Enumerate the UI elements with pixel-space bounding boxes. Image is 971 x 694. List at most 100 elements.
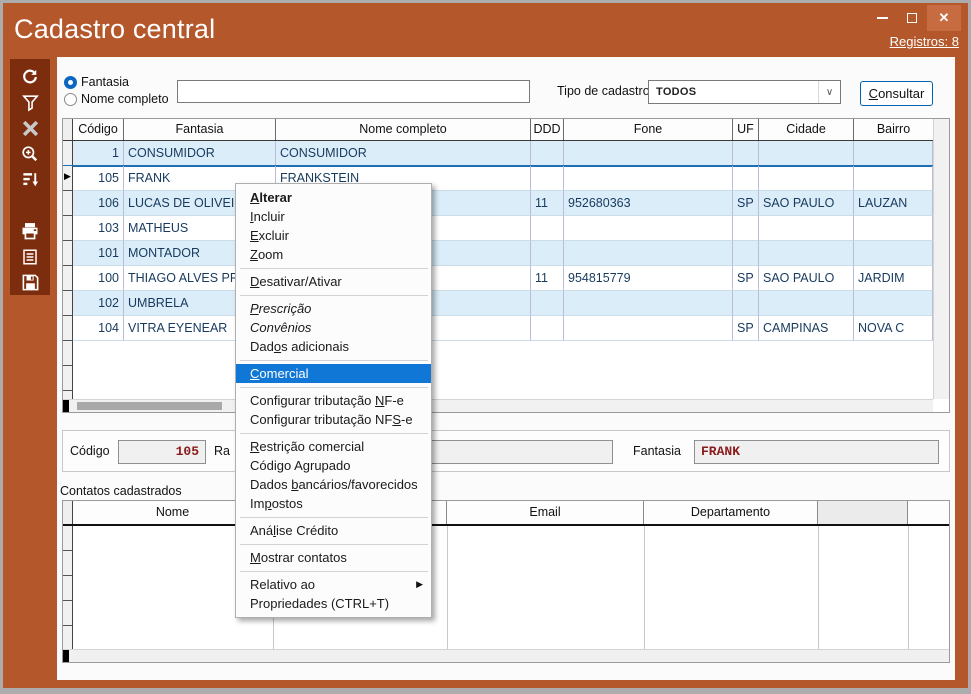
menu-item-excluir[interactable]: Excluir xyxy=(236,226,431,245)
cell-ddd xyxy=(531,241,564,266)
close-button[interactable]: ✕ xyxy=(927,5,961,31)
current-row-arrow-icon: ▶ xyxy=(64,172,71,181)
scrollbar-edge-mark xyxy=(63,400,69,412)
cell-codigo: 104 xyxy=(73,316,124,341)
menu-item-configurar-tributacao-nfs-e[interactable]: Configurar tributação NFS-e xyxy=(236,410,431,429)
maximize-button[interactable] xyxy=(897,5,927,31)
menu-item-configurar-tributacao-nf-e[interactable]: Configurar tributação NF-e xyxy=(236,391,431,410)
menu-item-incluir[interactable]: Incluir xyxy=(236,207,431,226)
header-codigo[interactable]: Código xyxy=(73,119,124,140)
save-button[interactable] xyxy=(16,269,44,295)
menu-item-impostos[interactable]: Impostos xyxy=(236,494,431,513)
table-row[interactable]: 103 MATHEUS xyxy=(63,216,933,241)
scrollbar-thumb[interactable] xyxy=(77,402,222,410)
registros-link[interactable]: Registros: 8 xyxy=(890,34,959,49)
menu-item-mostrar-contatos[interactable]: Mostrar contatos xyxy=(236,548,431,567)
cell-cidade xyxy=(759,166,854,191)
cell-bairro: JARDIM xyxy=(854,266,933,291)
fantasia-label: Fantasia xyxy=(633,444,681,458)
radio-fantasia[interactable] xyxy=(64,76,77,89)
cell-fone: 954815779 xyxy=(564,266,733,291)
header-fantasia[interactable]: Fantasia xyxy=(124,119,276,140)
row-indicator xyxy=(63,141,73,166)
menu-item-dados-adicionais[interactable]: Dados adicionais xyxy=(236,337,431,356)
vertical-scrollbar[interactable] xyxy=(933,119,949,399)
menu-item-propriedades[interactable]: Propriedades (CTRL+T) xyxy=(236,594,431,613)
header-cidade[interactable]: Cidade xyxy=(759,119,854,140)
menu-item-comercial[interactable]: Comercial xyxy=(236,364,431,383)
menu-item-restricao-comercial[interactable]: Restrição comercial xyxy=(236,437,431,456)
table-header: Código Fantasia Nome completo DDD Fone U… xyxy=(63,119,933,141)
cell-fone xyxy=(564,216,733,241)
filter-button[interactable] xyxy=(16,90,44,116)
search-input[interactable] xyxy=(177,80,530,103)
menu-item-dados-bancarios-favorecidos[interactable]: Dados bancários/favorecidos xyxy=(236,475,431,494)
menu-item-desativar-ativar[interactable]: Desativar/Ativar xyxy=(236,272,431,291)
print-button[interactable] xyxy=(16,218,44,244)
header-fone[interactable]: Fone xyxy=(564,119,733,140)
cell-uf xyxy=(733,141,759,166)
contacts-horizontal-scrollbar[interactable] xyxy=(63,649,949,662)
clear-filter-button[interactable] xyxy=(16,115,44,141)
refresh-icon xyxy=(20,67,40,87)
contacts-column-divider xyxy=(447,526,448,649)
cell-cidade xyxy=(759,141,854,166)
menu-item-codigo-agrupado[interactable]: Código Agrupado xyxy=(236,456,431,475)
contacts-header-email[interactable]: Email xyxy=(447,501,644,524)
menu-separator xyxy=(236,291,431,299)
contacts-header-filler xyxy=(908,501,949,524)
sort-button[interactable] xyxy=(16,167,44,193)
cell-fone xyxy=(564,291,733,316)
table-row[interactable]: 100 THIAGO ALVES PR 11 954815779 SP SAO … xyxy=(63,266,933,291)
menu-item-convenios[interactable]: Convênios xyxy=(236,318,431,337)
print-icon xyxy=(20,221,40,241)
report-button[interactable] xyxy=(16,244,44,270)
zoom-button[interactable] xyxy=(16,141,44,167)
header-uf[interactable]: UF xyxy=(733,119,759,140)
cell-ddd xyxy=(531,216,564,241)
row-indicator xyxy=(63,241,73,266)
contacts-header-extra xyxy=(818,501,908,524)
codigo-label: Código xyxy=(70,444,110,458)
table-row[interactable]: 104 VITRA EYENEAR SP CAMPINAS NOVA C xyxy=(63,316,933,341)
cell-ddd: 11 xyxy=(531,266,564,291)
indicator-column-extra xyxy=(63,341,73,401)
cell-codigo: 106 xyxy=(73,191,124,216)
menu-item-zoom[interactable]: Zoom xyxy=(236,245,431,264)
tipo-de-cadastro-select[interactable]: TODOS ∨ xyxy=(648,80,841,104)
cell-nome: CONSUMIDOR xyxy=(276,141,531,166)
header-bairro[interactable]: Bairro xyxy=(854,119,933,140)
cell-fantasia: CONSUMIDOR xyxy=(124,141,276,166)
table-row[interactable]: 106 LUCAS DE OLIVEIR 11 952680363 SP SAO… xyxy=(63,191,933,216)
detail-panel: Código 105 Ra Fantasia FRANK xyxy=(62,430,950,472)
menu-item-analise-credito[interactable]: Análise Crédito xyxy=(236,521,431,540)
refresh-button[interactable] xyxy=(16,64,44,90)
cell-codigo: 100 xyxy=(73,266,124,291)
minimize-button[interactable] xyxy=(867,5,897,31)
horizontal-scrollbar[interactable] xyxy=(63,399,933,412)
cell-uf xyxy=(733,291,759,316)
radio-nome-completo-label: Nome completo xyxy=(81,92,169,106)
table-row[interactable]: 1 CONSUMIDOR CONSUMIDOR xyxy=(63,141,933,166)
table-row-selected[interactable]: ▶ 105 FRANK FRANKSTEIN xyxy=(63,166,933,191)
cell-fone xyxy=(564,241,733,266)
menu-separator xyxy=(236,264,431,272)
table-row[interactable]: 101 MONTADOR xyxy=(63,241,933,266)
page-title: Cadastro central xyxy=(14,14,215,45)
consultar-button[interactable]: Consultar xyxy=(860,81,933,106)
menu-item-prescricao[interactable]: Prescrição xyxy=(236,299,431,318)
contacts-header: Nome Email Departamento xyxy=(63,501,949,526)
table-row[interactable]: 102 UMBRELA xyxy=(63,291,933,316)
menu-item-alterar[interactable]: Alterar xyxy=(236,188,431,207)
radio-fantasia-label: Fantasia xyxy=(81,75,129,89)
header-ddd[interactable]: DDD xyxy=(531,119,564,140)
cell-cidade: SAO PAULO xyxy=(759,266,854,291)
cell-ddd xyxy=(531,291,564,316)
toolbar-sidebar xyxy=(10,59,50,295)
header-nome-completo[interactable]: Nome completo xyxy=(276,119,531,140)
radio-nome-completo[interactable] xyxy=(64,93,77,106)
row-indicator xyxy=(63,266,73,291)
cell-codigo: 103 xyxy=(73,216,124,241)
contacts-header-departamento[interactable]: Departamento xyxy=(644,501,818,524)
menu-item-relativo-ao[interactable]: Relativo ao▶ xyxy=(236,575,431,594)
